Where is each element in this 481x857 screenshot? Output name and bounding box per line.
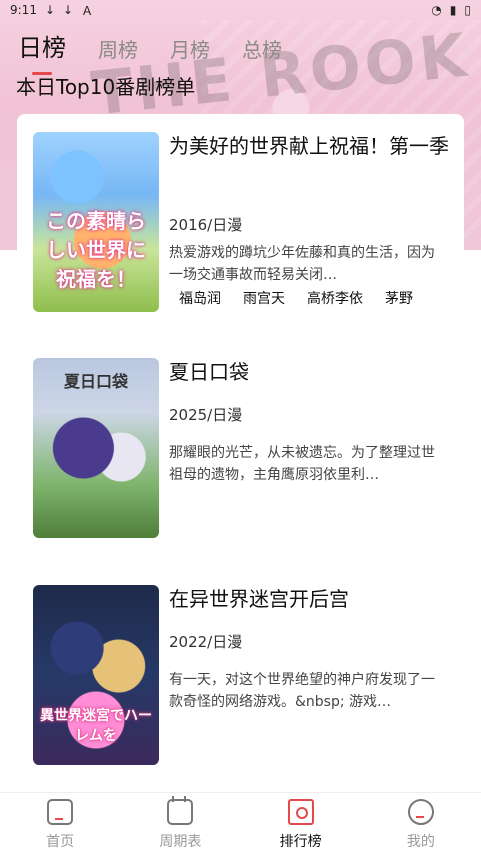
poster-logo-text: この素晴らしい世界に祝福を！ <box>46 209 146 291</box>
item-cast: 福岛润 雨宫天 高桥李依 茅野 <box>179 288 413 308</box>
signal-icon: ▮ <box>449 3 457 17</box>
download-icon: ↓ <box>63 3 74 17</box>
status-right: ◔ ▮ ▯ <box>431 3 471 17</box>
nav-label: 我的 <box>406 834 435 850</box>
wifi-icon: ◔ <box>431 3 442 17</box>
cast-member: 雨宫天 <box>243 291 285 307</box>
item-description: 那耀眼的光芒，从未被遗忘。为了整理过世祖母的遗物，主角鹰原羽依里利… <box>169 445 435 483</box>
tab-weekly[interactable]: 周榜 <box>98 34 138 63</box>
nav-label: 排行榜 <box>279 834 322 850</box>
tab-label: 总榜 <box>242 38 282 62</box>
profile-icon <box>407 799 434 825</box>
tab-daily[interactable]: 日榜 <box>18 28 66 75</box>
poster-logo-text: 異世界迷宮でハーレムを <box>40 708 152 744</box>
a-icon: Ａ <box>81 3 94 18</box>
battery-icon: ▯ <box>464 3 471 17</box>
ranking-item[interactable]: 夏日口袋 夏日口袋 2025/日漫 那耀眼的光芒，从未被遗忘。为了整理过世祖母的… <box>33 358 453 538</box>
download-icon: ↓ <box>44 3 56 17</box>
ranking-list: この素晴らしい世界に祝福を！ 为美好的世界献上祝福！第一季 2016/日漫 热爱… <box>17 114 464 794</box>
poster-image[interactable]: この素晴らしい世界に祝福を！ <box>33 132 159 312</box>
calendar-icon <box>167 796 194 825</box>
item-year: 2025/日漫 <box>169 406 243 424</box>
item-title[interactable]: 为美好的世界献上祝福！第一季 <box>169 132 449 160</box>
status-time: 9:11 <box>10 3 37 17</box>
nav-ranking[interactable]: 排行榜 <box>256 799 346 851</box>
item-description: 有一天，对这个世界绝望的神户府发现了一款奇怪的网络游戏。&nbsp; 游戏… <box>169 672 435 710</box>
item-year: 2016/日漫 <box>169 216 243 234</box>
poster-image[interactable]: 夏日口袋 <box>33 358 159 538</box>
bottom-navigation: 首页 周期表 排行榜 我的 <box>0 792 481 857</box>
poster-logo-text: 夏日口袋 <box>63 372 128 391</box>
cast-member: 高桥李依 <box>307 291 363 307</box>
page-subtitle: 本日Top10番剧榜单 <box>16 75 196 99</box>
item-title[interactable]: 夏日口袋 <box>169 358 449 386</box>
item-description: 热爱游戏的蹲坑少年佐藤和真的生活，因为一场交通事故而轻易关闭… <box>169 245 435 283</box>
nav-label: 周期表 <box>159 834 202 850</box>
nav-home[interactable]: 首页 <box>15 799 105 851</box>
item-year: 2022/日漫 <box>169 633 243 651</box>
cast-member: 茅野 <box>385 291 413 307</box>
tab-monthly[interactable]: 月榜 <box>170 34 210 63</box>
ranking-item[interactable]: 異世界迷宮でハーレムを 在异世界迷宫开后宫 2022/日漫 有一天，对这个世界绝… <box>33 585 453 765</box>
home-icon <box>47 799 74 825</box>
status-left: 9:11 ↓ ↓ Ａ <box>10 2 93 19</box>
tab-total[interactable]: 总榜 <box>242 34 282 63</box>
item-title[interactable]: 在异世界迷宫开后宫 <box>169 585 449 613</box>
nav-profile[interactable]: 我的 <box>376 799 466 851</box>
cast-member: 福岛润 <box>179 291 221 307</box>
tab-label: 日榜 <box>18 34 66 62</box>
tab-label: 月榜 <box>170 38 210 62</box>
poster-image[interactable]: 異世界迷宮でハーレムを <box>33 585 159 765</box>
ranking-item[interactable]: この素晴らしい世界に祝福を！ 为美好的世界献上祝福！第一季 2016/日漫 热爱… <box>33 132 453 312</box>
status-bar: 9:11 ↓ ↓ Ａ ◔ ▮ ▯ <box>0 0 481 20</box>
ranking-icon <box>287 799 314 825</box>
nav-label: 首页 <box>46 834 75 850</box>
tab-label: 周榜 <box>98 38 138 62</box>
ranking-tabs: 日榜 周榜 月榜 总榜 <box>18 28 282 75</box>
nav-schedule[interactable]: 周期表 <box>135 796 225 851</box>
